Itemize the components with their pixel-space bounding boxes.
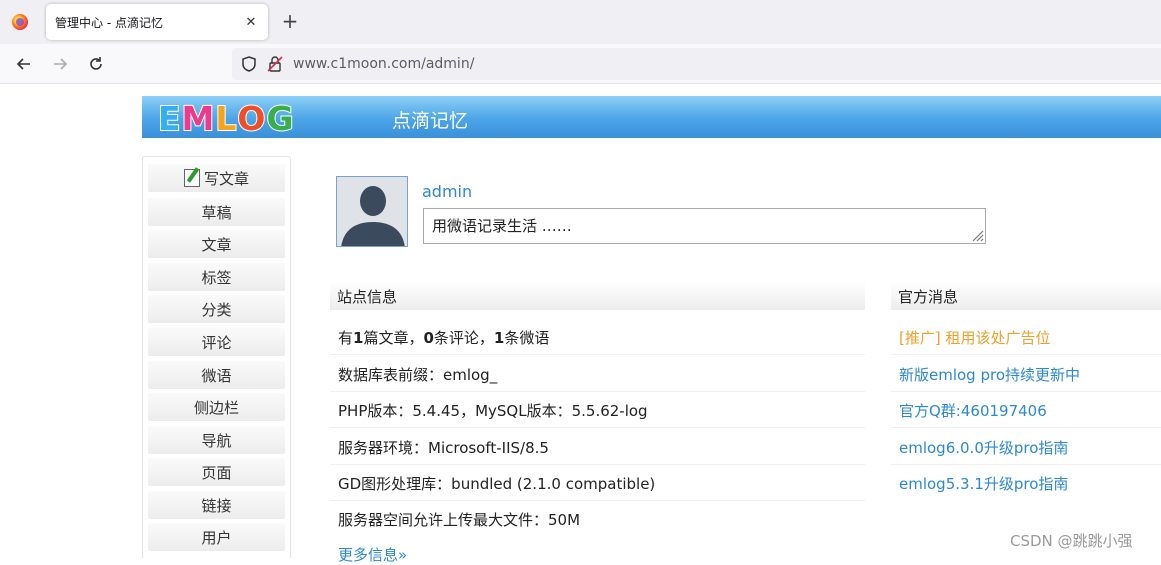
official-news-title: 官方消息 [891,282,1161,310]
twitter-input-text: 用微语记录生活 …… [432,217,572,235]
browser-nav-bar: www.c1moon.com/admin/ [0,44,1161,84]
watermark: CSDN @跳跳小强 [1010,532,1133,550]
comment-count: 0 [423,329,434,347]
browser-tab[interactable]: 管理中心 - 点滴记忆 ✕ [46,4,268,40]
logo-letter: O [236,98,267,139]
logo-letter: G [265,98,295,139]
news-item[interactable]: 新版emlog pro持续更新中 [891,356,1161,392]
admin-sidebar: 写文章 草稿 文章 标签 分类 评论 微语 侧边栏 导航 页面 链接 用户 [142,156,291,558]
admin-header: E M L O G 点滴记忆 [142,96,1161,139]
sidebar-item-write[interactable]: 写文章 [148,164,285,192]
sidebar-item-pages[interactable]: 页面 [148,458,285,486]
forward-button[interactable] [48,52,72,76]
sidebar-item-widgets[interactable]: 侧边栏 [148,393,285,421]
sidebar-item-articles[interactable]: 文章 [148,230,285,258]
insecure-lock-icon[interactable] [266,55,284,73]
resize-grip-icon[interactable] [970,228,984,242]
reload-icon [90,57,102,70]
upload-limit-row: 服务器空间允许上传最大文件：50M [338,511,581,529]
firefox-icon [12,14,28,30]
reload-button[interactable] [84,52,108,76]
news-item[interactable]: emlog5.3.1升级pro指南 [891,465,1161,501]
forward-arrow-icon [54,58,68,70]
sidebar-item-categories[interactable]: 分类 [148,295,285,323]
sidebar-item-navigation[interactable]: 导航 [148,426,285,454]
address-bar[interactable]: www.c1moon.com/admin/ [232,48,1161,80]
sidebar-item-tags[interactable]: 标签 [148,263,285,291]
tab-title: 管理中心 - 点滴记忆 [55,15,163,30]
pencil-icon [183,169,200,187]
browser-tab-bar: 管理中心 - 点滴记忆 ✕ + [0,0,1161,44]
back-arrow-icon [16,58,30,70]
sidebar-item-drafts[interactable]: 草稿 [148,198,285,226]
user-silhouette-icon [337,177,407,246]
news-item[interactable]: 官方Q群:460197406 [891,392,1161,428]
logo-letter: L [214,98,238,139]
news-item[interactable]: emlog6.0.0升级pro指南 [891,429,1161,465]
stats-text: 条微语 [504,329,550,347]
site-info-title: 站点信息 [330,282,865,310]
url-text: www.c1moon.com/admin/ [293,56,475,72]
article-count: 1 [353,329,364,347]
logo-letter: M [181,98,216,139]
firefox-menu-button[interactable] [0,0,40,44]
stats-text: 条评论， [433,329,494,347]
sidebar-item-twitter[interactable]: 微语 [148,361,285,389]
shield-icon[interactable] [240,55,258,73]
back-button[interactable] [12,52,36,76]
server-env-row: 服务器环境：Microsoft-IIS/8.5 [330,429,865,465]
close-tab-icon[interactable]: ✕ [242,13,260,31]
stats-text: 有 [338,329,354,347]
php-version-row: PHP版本：5.4.45，MySQL版本：5.5.62-log [330,392,865,428]
sidebar-item-label: 写文章 [203,169,249,188]
emlog-logo[interactable]: E M L O G [157,98,295,139]
avatar[interactable] [336,176,408,247]
sidebar-item-links[interactable]: 链接 [148,491,285,519]
news-item-ad[interactable]: [推广] 租用该处广告位 [891,319,1161,355]
logo-letter: E [157,98,182,139]
stats-text: 篇文章， [363,329,424,347]
sidebar-item-users[interactable]: 用户 [148,523,285,551]
gd-library-row: GD图形处理库：bundled (2.1.0 compatible) [330,465,865,501]
sidebar-item-comments[interactable]: 评论 [148,328,285,356]
more-info-link[interactable]: 更多信息» [338,544,407,565]
db-prefix-row: 数据库表前缀：emlog_ [330,356,865,392]
twitter-count: 1 [493,329,505,347]
username-link[interactable]: admin [422,182,472,201]
site-name-link[interactable]: 点滴记忆 [392,106,468,133]
new-tab-button[interactable]: + [280,11,300,32]
twitter-input[interactable]: 用微语记录生活 …… [423,208,986,244]
site-stats-row: 有1篇文章，0条评论，1条微语 [330,319,865,355]
